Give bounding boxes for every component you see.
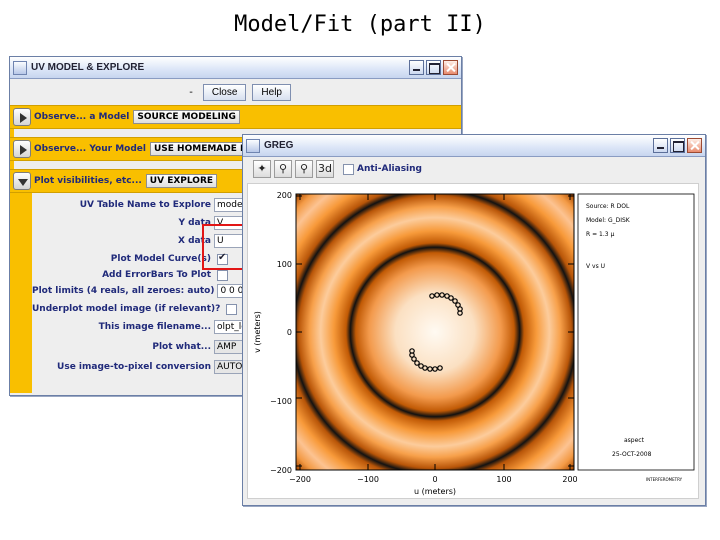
uv-explore-button[interactable]: UV EXPLORE (145, 174, 218, 188)
form-row-plot-what: Plot what... AMP (32, 339, 252, 355)
expand-arrow-icon[interactable] (13, 140, 31, 158)
x-tick-label: 200 (562, 475, 577, 484)
field-label: UV Table Name to Explore (79, 200, 211, 210)
y-tick-label: −100 (270, 397, 292, 406)
anti-aliasing-label: Anti-Aliasing (357, 164, 422, 174)
x-axis-label: u (meters) (414, 487, 456, 496)
x-tick-label: 100 (496, 475, 511, 484)
field-label: Plot what... (152, 342, 211, 352)
underplot-model-checkbox[interactable] (226, 303, 238, 315)
info-date: 25-OCT-2008 (612, 451, 652, 458)
y-tick-label: 100 (277, 260, 292, 269)
form-row-uv-table: UV Table Name to Explore model (32, 197, 252, 213)
greg-window: GREG ✦ ⚲ ⚲ 3d Anti-Aliasing −200 −100 0 … (242, 134, 706, 506)
info-radius: R = 1.3 μ (586, 231, 614, 238)
zoom-out-icon[interactable]: ⚲ (295, 160, 313, 178)
uv-window-title: UV MODEL & EXPLORE (31, 62, 145, 73)
minimize-icon[interactable] (653, 138, 668, 153)
form-row-image-filename: This image filename... olpt_ld (32, 319, 252, 335)
x-tick-label: 0 (432, 475, 437, 484)
expand-arrow-icon[interactable] (13, 108, 31, 126)
info-model: Model: G_DISK (586, 217, 631, 224)
toolbar-dash: - (189, 86, 193, 98)
window-app-icon (246, 138, 260, 153)
greg-window-titlebar[interactable]: GREG (243, 135, 705, 157)
form-row-underplot: Underplot model image (if relevant)? (32, 301, 252, 317)
y-axis-label: v (meters) (253, 311, 262, 353)
collapse-arrow-icon[interactable] (13, 172, 31, 190)
info-plot-type: V vs U (586, 263, 605, 270)
zoom-in-icon[interactable]: ⚲ (274, 160, 292, 178)
greg-toolbar: ✦ ⚲ ⚲ 3d Anti-Aliasing (243, 157, 705, 181)
visibility-image (296, 194, 574, 470)
uv-toolbar: - Close Help (10, 79, 461, 105)
add-errorbars-checkbox[interactable] (217, 269, 228, 281)
field-label: Plot Model Curve(s) (110, 254, 211, 264)
help-button[interactable]: Help (252, 83, 291, 101)
highlight-box (202, 224, 246, 270)
uv-window-titlebar[interactable]: UV MODEL & EXPLORE (10, 57, 461, 79)
slide-title: Model/Fit (part II) (234, 12, 486, 37)
anti-aliasing-toggle[interactable]: Anti-Aliasing (343, 163, 422, 175)
field-label: Underplot model image (if relevant)? (32, 304, 221, 314)
field-label: This image filename... (98, 322, 211, 332)
close-icon[interactable] (443, 60, 458, 75)
anti-aliasing-checkbox[interactable] (343, 163, 354, 175)
form-row-plot-limits: Plot limits (4 reals, all zeroes: auto) … (32, 283, 252, 299)
y-tick-label: −200 (270, 466, 292, 475)
section-label: Observe... a Model (34, 112, 130, 122)
field-label: Y data (178, 218, 211, 228)
greg-window-title: GREG (264, 140, 294, 151)
form-row-pixel-conversion: Use image-to-pixel conversion AUTOM (32, 359, 252, 375)
field-label: Plot limits (4 reals, all zeroes: auto) (32, 286, 215, 296)
plot-canvas[interactable]: −200 −100 0 100 200 −200 −100 0 100 200 … (247, 183, 699, 499)
field-label: Add ErrorBars To Plot (102, 270, 211, 280)
section-label: Observe... Your Model (34, 144, 146, 154)
x-tick-label: −100 (357, 475, 379, 484)
source-modeling-button[interactable]: SOURCE MODELING (133, 110, 240, 124)
uv-plane-plot: −200 −100 0 100 200 −200 −100 0 100 200 … (253, 191, 695, 496)
minimize-icon[interactable] (409, 60, 424, 75)
field-label: Use image-to-pixel conversion (57, 362, 211, 372)
field-label: X data (178, 236, 211, 246)
corner-note: INTERFEROMETRY (646, 477, 683, 482)
info-footer: aspect (624, 437, 645, 444)
maximize-icon[interactable] (426, 60, 441, 75)
section-label: Plot visibilities, etc... (34, 176, 142, 186)
x-tick-label: −200 (289, 475, 311, 484)
section-observe-model: Observe... a Model SOURCE MODELING (10, 105, 461, 129)
pointer-tool-icon[interactable]: ✦ (253, 160, 271, 178)
close-icon[interactable] (687, 138, 702, 153)
y-tick-label: 0 (287, 328, 292, 337)
close-button[interactable]: Close (202, 83, 247, 101)
maximize-icon[interactable] (670, 138, 685, 153)
info-source: Source: R DOL (586, 203, 630, 210)
y-tick-label: 200 (277, 191, 292, 200)
3d-view-icon[interactable]: 3d (316, 160, 334, 178)
window-app-icon (13, 60, 27, 75)
